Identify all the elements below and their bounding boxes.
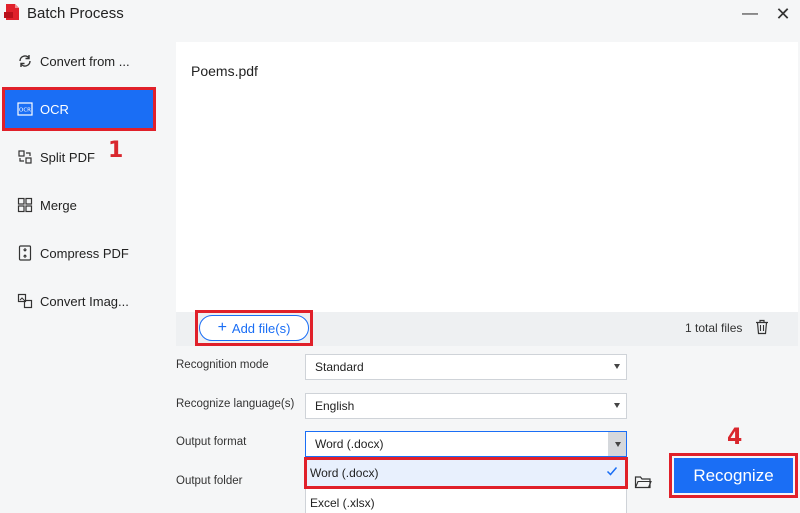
- checkmark-icon: [606, 467, 618, 476]
- ocr-icon: OCR: [16, 100, 34, 118]
- sidebar-item-label: Split PDF: [40, 149, 95, 165]
- recognition-mode-label: Recognition mode: [176, 359, 269, 371]
- output-format-label: Output format: [176, 436, 247, 448]
- select-value: Word (.docx): [315, 437, 384, 451]
- merge-icon: [16, 196, 34, 214]
- chevron-down-icon: [615, 442, 621, 447]
- option-label: Excel (.xlsx): [310, 496, 375, 510]
- sidebar-item-label: Convert from ...: [40, 53, 130, 69]
- title-bar: Batch Process — ✕: [0, 0, 800, 30]
- recognize-button[interactable]: Recognize: [674, 458, 793, 493]
- compress-icon: [16, 244, 34, 262]
- chevron-down-icon: [614, 364, 620, 369]
- output-folder-label: Output folder: [176, 475, 243, 487]
- window-title: Batch Process: [27, 5, 124, 22]
- sidebar-item-ocr[interactable]: OCR OCR: [2, 87, 156, 131]
- convert-image-icon: [16, 292, 34, 310]
- select-value: English: [315, 399, 355, 413]
- sidebar-item-label: Merge: [40, 197, 77, 213]
- svg-text:OCR: OCR: [19, 108, 31, 114]
- split-icon: [16, 148, 34, 166]
- chevron-down-icon: [614, 403, 620, 408]
- close-button[interactable]: ✕: [773, 4, 793, 24]
- option-label: Word (.docx): [310, 466, 379, 480]
- step-annotation-1: 1: [108, 138, 124, 163]
- language-label: Recognize language(s): [176, 398, 295, 410]
- sidebar-item-merge[interactable]: Merge: [4, 185, 154, 225]
- dropdown-toggle[interactable]: [608, 432, 626, 456]
- sidebar-item-label: OCR: [40, 101, 69, 117]
- total-files-count: 1 total files: [685, 321, 743, 335]
- sidebar-item-convert-image[interactable]: Convert Imag...: [4, 281, 154, 321]
- select-value: Standard: [315, 360, 364, 374]
- sidebar-item-label: Compress PDF: [40, 245, 129, 261]
- sidebar-item-compress-pdf[interactable]: Compress PDF: [4, 233, 154, 273]
- sidebar-item-convert-from[interactable]: Convert from ...: [4, 41, 154, 81]
- add-files-label: Add file(s): [231, 320, 291, 336]
- file-item[interactable]: Poems.pdf: [191, 63, 258, 79]
- sidebar-item-split-pdf[interactable]: Split PDF: [4, 137, 154, 177]
- step-annotation-4: 4: [727, 425, 743, 450]
- recognition-mode-select[interactable]: Standard: [305, 354, 627, 380]
- output-format-dropdown: Word (.docx) Excel (.xlsx): [304, 457, 628, 513]
- sidebar-item-label: Convert Imag...: [40, 293, 129, 309]
- add-files-button[interactable]: + Add file(s): [199, 315, 309, 341]
- trash-icon[interactable]: [755, 319, 769, 335]
- output-format-select[interactable]: Word (.docx): [305, 431, 627, 457]
- minimize-button[interactable]: —: [740, 4, 760, 24]
- folder-icon[interactable]: [634, 474, 652, 490]
- plus-icon: +: [217, 319, 227, 336]
- language-select[interactable]: English: [305, 393, 627, 419]
- option-word-docx[interactable]: Word (.docx): [304, 457, 628, 489]
- option-excel-xlsx[interactable]: Excel (.xlsx): [306, 489, 626, 513]
- file-list: Poems.pdf: [176, 42, 798, 312]
- app-logo-icon: [4, 4, 19, 20]
- convert-refresh-icon: [16, 52, 34, 70]
